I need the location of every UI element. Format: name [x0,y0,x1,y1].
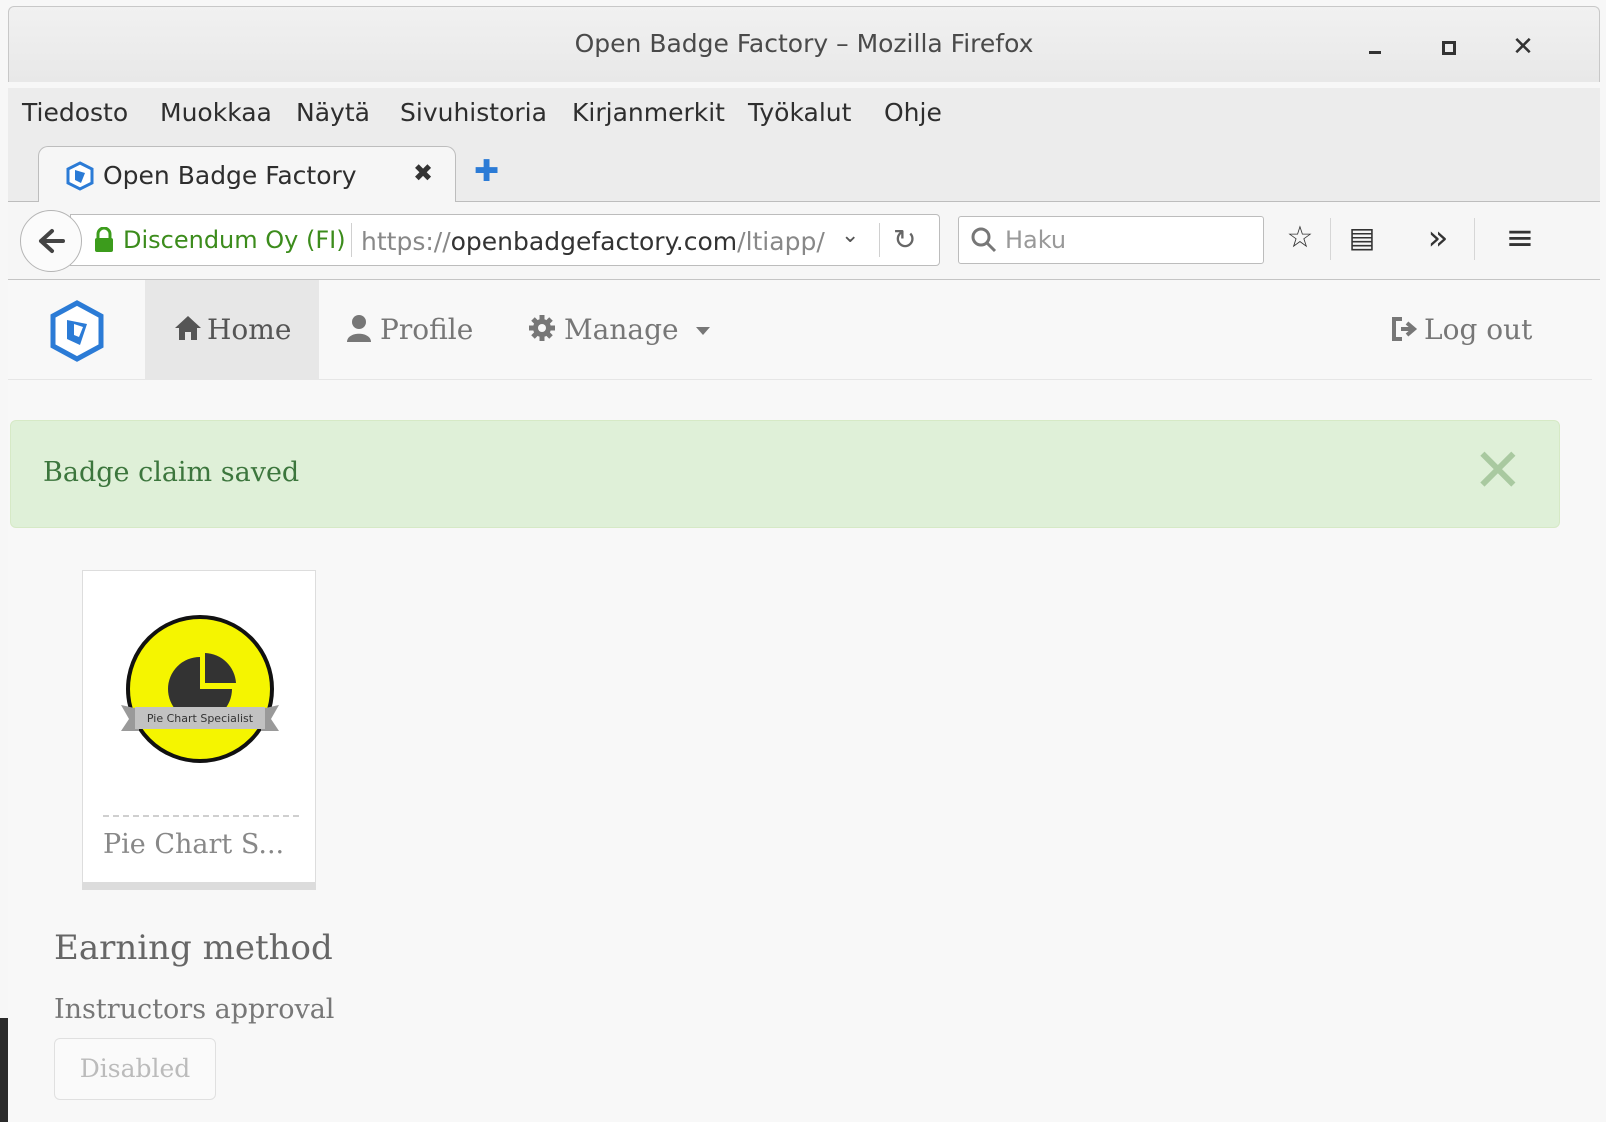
nav-profile[interactable]: Profile [346,280,473,380]
window-titlebar: Open Badge Factory – Mozilla Firefox ✕ [8,6,1600,82]
minimize-icon [1369,51,1381,54]
minimize-button[interactable] [1355,29,1395,65]
alert-message: Badge claim saved [43,457,300,488]
url-separator [351,223,352,257]
pie-chart-badge-image: Pie Chart Specialist [121,615,279,763]
menu-item-tools[interactable]: Työkalut [748,98,851,127]
url-separator-2 [879,223,880,257]
success-alert: Badge claim saved ✕ [10,420,1560,528]
menu-bar: Tiedosto Muokkaa Näytä Sivuhistoria Kirj… [8,88,1600,140]
back-icon [39,229,65,253]
toolbar-separator-2 [1474,218,1475,260]
user-icon [347,315,371,342]
url-dropdown-icon[interactable]: ⌄ [841,223,859,248]
toolbar-separator [1330,218,1331,260]
nav-home-label: Home [207,313,292,346]
reload-icon[interactable]: ↻ [893,223,916,256]
menu-item-bookmarks[interactable]: Kirjanmerkit [572,98,725,127]
menu-item-edit[interactable]: Muokkaa [160,98,272,127]
menu-item-view[interactable]: Näytä [296,98,370,127]
obf-logo[interactable] [50,300,104,362]
nav-logout[interactable]: Log out [1390,280,1532,380]
maximize-button[interactable] [1429,29,1469,65]
tab-title: Open Badge Factory [103,161,357,190]
nav-profile-label: Profile [380,313,474,346]
nav-logout-label: Log out [1424,313,1533,346]
maximize-icon [1442,40,1456,55]
nav-home[interactable]: Home [145,280,319,380]
url-text[interactable]: https://openbadgefactory.com/ltiapp/ [361,227,831,256]
earning-method-value: Instructors approval [54,994,335,1025]
desktop-edge [0,1018,8,1122]
disabled-button[interactable]: Disabled [54,1038,216,1100]
obf-favicon-icon [66,161,94,191]
nav-manage-dropdown[interactable]: Manage [528,280,710,380]
search-icon [971,227,997,253]
site-identity[interactable]: Discendum Oy (FI) [123,226,346,254]
url-scheme: https:// [361,227,451,256]
menu-item-file[interactable]: Tiedosto [22,98,128,127]
new-tab-icon[interactable]: ✚ [474,154,499,189]
menu-item-help[interactable]: Ohje [884,98,942,127]
hamburger-menu-icon[interactable]: ≡ [1500,218,1540,258]
menu-item-history[interactable]: Sivuhistoria [400,98,547,127]
page-content: Home Profile Manage Log out Badge claim … [8,280,1600,1122]
back-button[interactable] [20,210,82,272]
url-bar[interactable]: Discendum Oy (FI) https://openbadgefacto… [70,214,940,266]
url-host: openbadgefactory.com [450,227,738,256]
overflow-icon[interactable]: » [1418,218,1458,258]
tab-strip: Open Badge Factory ✖ ✚ [8,140,1600,203]
home-icon [175,316,201,340]
caret-down-icon [695,327,710,335]
nav-manage-label: Manage [564,313,679,346]
url-path: /ltiapp/ [737,227,825,256]
badge-card[interactable]: Pie Chart Specialist Pie Chart S... [82,570,316,890]
badge-ribbon-text: Pie Chart Specialist [147,712,254,725]
library-icon[interactable]: ▤ [1342,218,1382,258]
site-navbar: Home Profile Manage Log out [8,280,1592,380]
gear-icon [529,315,555,341]
close-icon: ✕ [1512,32,1534,62]
search-box[interactable] [958,216,1264,264]
logout-icon [1392,317,1418,341]
navigation-toolbar: Discendum Oy (FI) https://openbadgefacto… [8,202,1600,280]
tab-close-icon[interactable]: ✖ [413,159,433,187]
bookmark-star-icon[interactable]: ☆ [1280,218,1320,258]
badge-name: Pie Chart S... [103,829,285,860]
tab-open-badge-factory[interactable]: Open Badge Factory ✖ [38,146,456,203]
search-input[interactable] [1005,223,1255,257]
firefox-window: Open Badge Factory – Mozilla Firefox ✕ T… [0,0,1606,1122]
alert-close-icon[interactable]: ✕ [1473,441,1523,501]
lock-icon [95,227,113,252]
badge-divider [103,815,299,817]
earning-method-heading: Earning method [54,928,333,968]
close-window-button[interactable]: ✕ [1503,29,1543,65]
